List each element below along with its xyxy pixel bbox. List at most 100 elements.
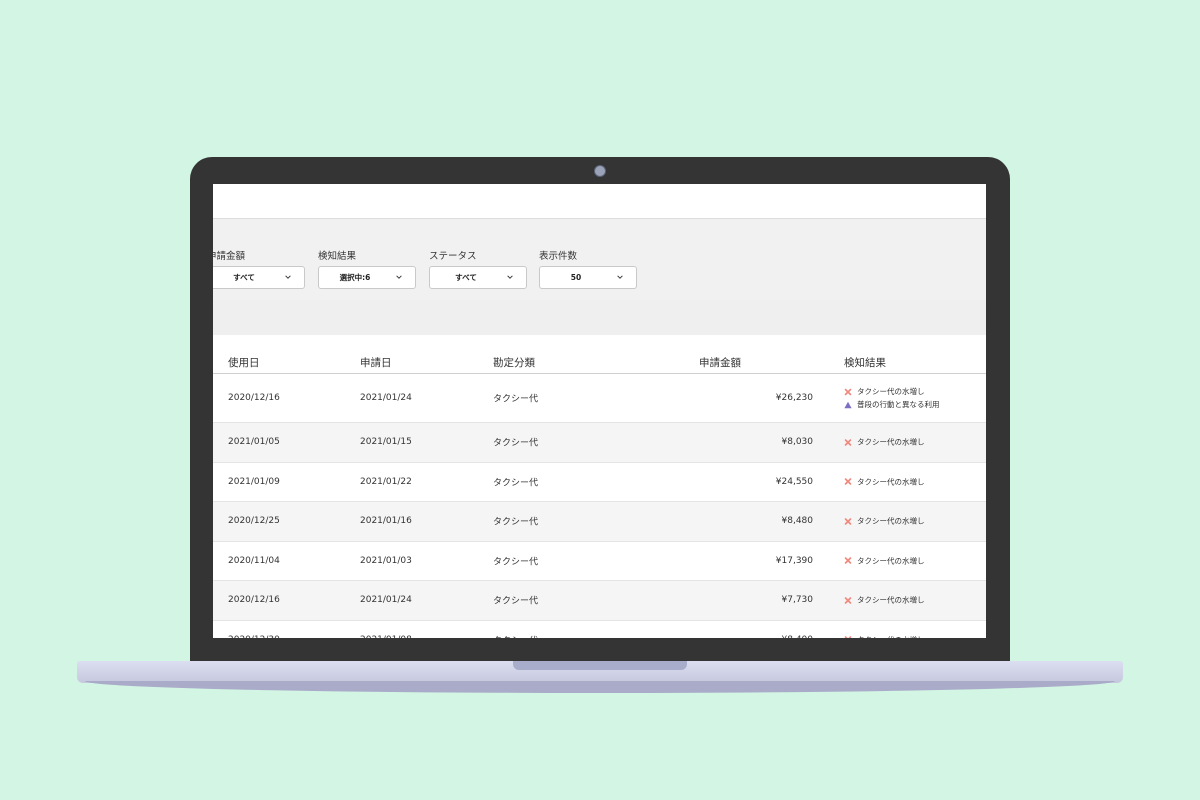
column-header-apply-date[interactable]: 申請日 [360, 355, 392, 370]
filter-detection: 検知結果 選択中:6 [318, 251, 416, 289]
filter-select-value: 50 [570, 273, 582, 282]
table-row[interactable]: 2020/12/30 2021/01/08 タクシー代 ¥8,400 タクシー代の水増し [213, 620, 986, 638]
filter-select-value: 選択中:6 [339, 273, 371, 282]
detection-result-item: タクシー代の水増し [844, 436, 925, 449]
detection-result-text: タクシー代の水増し [857, 477, 925, 487]
cell-category: タクシー代 [493, 438, 539, 449]
filter-page-size: 表示件数 50 [539, 251, 637, 289]
cell-category: タクシー代 [493, 517, 539, 528]
detection-result-item: 普段の行動と異なる利用 [844, 398, 940, 411]
toolbar-band [213, 300, 986, 335]
app-screen: 申請金額 すべて 検知結果 選択中:6 ステータス すべて 表示件数 50 [213, 184, 986, 638]
column-header-use-date[interactable]: 使用日 [228, 355, 260, 370]
laptop-hinge-notch [513, 661, 687, 670]
table-row[interactable]: 2020/12/25 2021/01/16 タクシー代 ¥8,480 タクシー代の水増し [213, 502, 986, 542]
x-mark-icon [844, 636, 852, 638]
detection-result-text: タクシー代の水増し [857, 516, 925, 526]
cell-use-date: 2021/01/09 [228, 476, 280, 487]
filter-label: ステータス [429, 251, 477, 262]
detection-result-item: タクシー代の水増し [844, 633, 925, 638]
cell-apply-date: 2021/01/24 [360, 393, 412, 403]
cell-apply-date: 2021/01/22 [360, 476, 412, 487]
cell-apply-date: 2021/01/08 [360, 635, 412, 638]
chevron-down-icon [507, 275, 513, 279]
filter-select-value: すべて [455, 273, 477, 282]
cell-category: タクシー代 [493, 557, 539, 568]
filter-label: 申請金額 [213, 251, 246, 262]
detection-result-text: タクシー代の水増し [857, 634, 925, 638]
x-mark-icon [844, 557, 852, 565]
filter-status: ステータス すべて [429, 251, 527, 289]
table-row[interactable]: 2021/01/09 2021/01/22 タクシー代 ¥24,550 タクシー代の水増… [213, 462, 986, 502]
cell-amount: ¥8,400 [693, 635, 814, 638]
cell-category: タクシー代 [493, 478, 539, 489]
cell-category: タクシー代 [493, 633, 538, 638]
cell-apply-date: 2021/01/03 [360, 555, 412, 566]
filter-select-value: すべて [233, 273, 255, 282]
cell-use-date: 2020/12/30 [228, 635, 280, 638]
cell-use-date: 2021/01/05 [228, 437, 280, 448]
detection-result-text: タクシー代の水増し [857, 595, 925, 605]
cell-detection-result: タクシー代の水増し [844, 436, 925, 449]
table-row[interactable]: 2021/01/05 2021/01/15 タクシー代 ¥8,030 タクシー代の水増し [213, 423, 986, 463]
detection-result-item: タクシー代の水増し [844, 385, 940, 398]
detection-result-item: タクシー代の水増し [844, 515, 925, 528]
table-row[interactable]: 2020/12/16 2021/01/24 タクシー代 ¥26,230 タクシー代の水増… [213, 374, 986, 423]
cell-detection-result: タクシー代の水増し [844, 515, 925, 528]
cell-apply-date: 2021/01/24 [360, 595, 412, 606]
status-filter-select[interactable]: すべて [429, 266, 527, 289]
detection-result-item: タクシー代の水増し [844, 594, 925, 607]
detection-filter-select[interactable]: 選択中:6 [318, 266, 416, 289]
cell-amount: ¥8,030 [781, 437, 814, 448]
x-mark-icon [844, 388, 852, 395]
camera-icon [594, 165, 606, 177]
detection-result-text: タクシー代の水増し [857, 387, 925, 396]
x-mark-icon [844, 596, 852, 604]
triangle-warning-icon [844, 401, 852, 408]
cell-category: タクシー代 [493, 596, 539, 607]
filter-panel: 申請金額 すべて 検知結果 選択中:6 ステータス すべて 表示件数 50 [213, 219, 986, 300]
table-body: 2020/12/16 2021/01/24 タクシー代 ¥26,230 タクシー代の水増… [213, 374, 986, 638]
x-mark-icon [844, 438, 852, 446]
x-mark-icon [844, 517, 852, 525]
column-header-amount[interactable]: 申請金額 [699, 355, 741, 370]
chevron-down-icon [396, 275, 402, 279]
cell-amount: ¥24,550 [775, 476, 813, 487]
cell-detection-result: タクシー代の水増し [844, 475, 925, 488]
cell-detection-result: タクシー代の水増し [844, 554, 925, 567]
amount-filter-select[interactable]: すべて [213, 266, 305, 289]
filter-amount: 申請金額 すべて [213, 251, 305, 289]
detection-result-item: タクシー代の水増し [844, 554, 925, 567]
cell-amount: ¥7,730 [781, 595, 814, 606]
cell-use-date: 2020/12/16 [228, 595, 280, 606]
x-mark-icon [844, 478, 852, 486]
cell-amount: ¥26,230 [775, 393, 813, 403]
filter-label: 表示件数 [539, 251, 578, 262]
cell-amount: ¥17,390 [775, 555, 813, 566]
cell-detection-result: タクシー代の水増し [844, 633, 925, 638]
chevron-down-icon [285, 275, 291, 279]
cell-category: タクシー代 [493, 394, 539, 405]
cell-apply-date: 2021/01/16 [360, 516, 412, 527]
cell-use-date: 2020/12/16 [228, 393, 280, 403]
table-row[interactable]: 2020/11/04 2021/01/03 タクシー代 ¥17,390 タクシー代の水増… [213, 541, 986, 581]
column-header-result[interactable]: 検知結果 [844, 355, 886, 370]
laptop-base-bottom [85, 681, 1115, 693]
detection-result-text: タクシー代の水増し [857, 556, 925, 566]
chevron-down-icon [617, 275, 623, 279]
cell-use-date: 2020/11/04 [228, 555, 280, 566]
table-row[interactable]: 2020/12/16 2021/01/24 タクシー代 ¥7,730 タクシー代の水増し [213, 581, 986, 621]
page-size-select[interactable]: 50 [539, 266, 637, 289]
cell-detection-result: タクシー代の水増し普段の行動と異なる利用 [844, 385, 940, 411]
cell-detection-result: タクシー代の水増し [844, 594, 925, 607]
cell-apply-date: 2021/01/15 [360, 437, 412, 448]
cell-amount: ¥8,480 [781, 516, 814, 527]
detection-result-text: 普段の行動と異なる利用 [857, 400, 940, 409]
detection-result-text: タクシー代の水増し [857, 437, 925, 447]
cell-use-date: 2020/12/25 [228, 516, 280, 527]
column-header-category[interactable]: 勘定分類 [493, 355, 535, 370]
table-header: 使用日 申請日 勘定分類 申請金額 検知結果 [213, 335, 986, 374]
detection-result-item: タクシー代の水増し [844, 475, 925, 488]
app-header [213, 184, 986, 219]
filter-label: 検知結果 [318, 251, 357, 262]
